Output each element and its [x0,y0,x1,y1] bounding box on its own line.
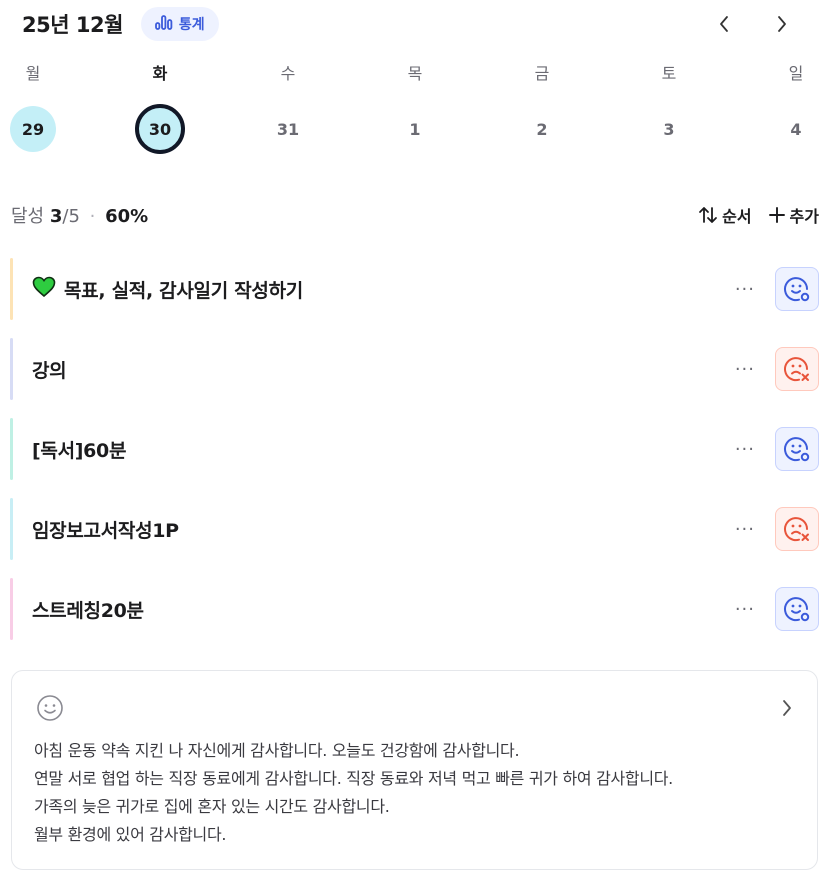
task-status-success[interactable] [775,427,819,471]
weekday-label: 토 [661,64,677,83]
plus-icon [768,207,785,223]
weekday-label: 화 [152,64,168,83]
stats-label: 통계 [178,17,205,33]
sort-arrows-icon [699,207,717,223]
task-color-bar [10,418,13,480]
more-options-button[interactable]: ··· [735,519,755,540]
progress-done: 3 [49,206,63,227]
task-color-bar [10,258,13,320]
task-label: [독서]60분 [32,436,126,463]
weekday-label: 금 [534,64,550,83]
task-item[interactable]: 강의 ··· [10,338,819,400]
sad-x-icon [784,517,809,542]
weekday-label: 월 [25,64,41,83]
journal-line: 월부 환경에 있어 감사합니다. [34,825,227,844]
task-label: 강의 [32,356,67,383]
task-color-bar [10,578,13,640]
weekday-label: 일 [788,64,804,83]
day-number[interactable]: 29 [10,106,56,152]
task-color-bar [10,338,13,400]
journal-header [36,695,793,725]
progress-row: 달성 3/5 · 60% 순서 추가 [11,200,819,230]
progress-separator: · [89,206,96,227]
task-label: 스트레칭20분 [32,596,144,623]
chevron-right-icon [778,16,786,32]
more-options-button[interactable]: ··· [735,359,755,380]
journal-line: 아침 운동 약속 지킨 나 자신에게 감사합니다. 오늘도 건강함에 감사합니다… [34,741,520,760]
day-column[interactable]: 토 3 [639,62,699,152]
task-title: 임장보고서작성1P [32,519,179,542]
list-actions: 순서 추가 [698,203,819,227]
day-column[interactable]: 수 31 [258,62,318,152]
task-label: 임장보고서작성1P [32,516,179,543]
day-number[interactable]: 31 [265,106,311,152]
add-label: 추가 [789,207,819,226]
task-title: [독서]60분 [32,439,127,462]
task-status-success[interactable] [775,267,819,311]
chevron-right-icon [783,700,791,716]
task-label: 목표, 실적, 감사일기 작성하기 [32,276,303,303]
day-number[interactable]: 4 [773,106,819,152]
progress-prefix: 달성 [11,206,45,227]
day-number[interactable]: 3 [646,106,692,152]
day-column[interactable]: 금 2 [512,62,572,152]
stats-button[interactable]: 통계 [140,7,219,41]
task-title: 강의 [32,359,67,382]
next-week-button[interactable] [771,13,793,35]
journal-line: 가족의 늦은 귀가로 집에 혼자 있는 시간도 감사합니다. [34,797,390,816]
task-status-failed[interactable] [775,507,819,551]
calendar-header: 25년 12월 통계 [22,4,811,44]
week-nav [713,13,793,35]
task-item[interactable]: 임장보고서작성1P ··· [10,498,819,560]
bar-chart-icon [155,14,173,34]
task-color-bar [10,498,13,560]
journal-line: 연말 서로 협업 하는 직장 동료에게 감사합니다. 직장 동료와 저녁 먹고 … [34,769,673,788]
journal-text: 아침 운동 약속 지킨 나 자신에게 감사합니다. 오늘도 건강함에 감사합니다… [34,737,807,849]
more-options-button[interactable]: ··· [735,279,755,300]
progress-summary: 달성 3/5 · 60% [11,202,148,228]
day-number[interactable]: 1 [392,106,438,152]
prev-week-button[interactable] [713,13,735,35]
smile-check-icon [784,277,810,302]
smile-icon [36,694,64,726]
day-column[interactable]: 월 29 [3,62,63,152]
day-column[interactable]: 일 4 [766,62,826,152]
day-column[interactable]: 화 30 [130,62,190,154]
more-options-button[interactable]: ··· [735,599,755,620]
task-title: 스트레칭20분 [32,599,144,622]
day-number[interactable]: 2 [519,106,565,152]
day-column[interactable]: 목 1 [385,62,445,152]
weekday-label: 수 [280,64,296,83]
green-heart-icon [32,276,56,303]
order-label: 순서 [722,207,752,226]
task-item[interactable]: 목표, 실적, 감사일기 작성하기 ··· [10,258,819,320]
day-number-today[interactable]: 30 [135,104,185,154]
task-item[interactable]: [독서]60분 ··· [10,418,819,480]
weekday-label: 목 [407,64,423,83]
task-list: 목표, 실적, 감사일기 작성하기 ··· 강의 ··· [독서]60분 ···… [10,258,819,658]
progress-percent: 60% [105,206,149,227]
journal-card[interactable]: 아침 운동 약속 지킨 나 자신에게 감사합니다. 오늘도 건강함에 감사합니다… [11,670,818,870]
progress-total: /5 [62,206,80,227]
order-button[interactable]: 순서 [698,203,752,227]
task-status-failed[interactable] [775,347,819,391]
task-title: 목표, 실적, 감사일기 작성하기 [64,279,303,302]
month-title: 25년 12월 [22,13,123,37]
smile-check-icon [784,437,810,462]
task-status-success[interactable] [775,587,819,631]
add-button[interactable]: 추가 [768,203,819,227]
task-item[interactable]: 스트레칭20분 ··· [10,578,819,640]
chevron-left-icon [720,16,728,32]
more-options-button[interactable]: ··· [735,439,755,460]
smile-check-icon [784,597,810,622]
journal-open-button[interactable] [781,698,793,722]
sad-x-icon [784,357,809,382]
